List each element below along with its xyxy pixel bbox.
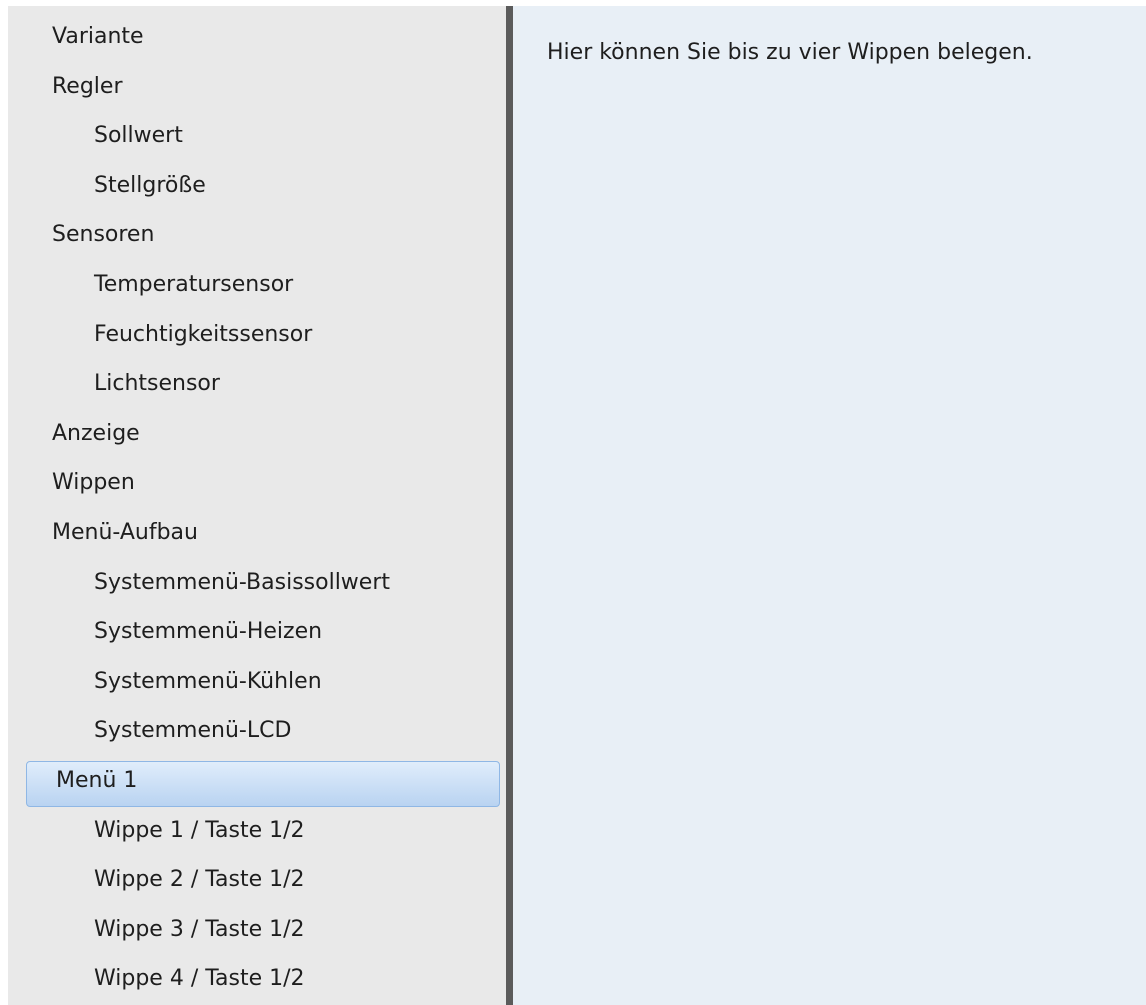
- tree-item-label: Systemmenü-Basissollwert: [94, 569, 391, 595]
- tree-item-label: Systemmenü-Heizen: [94, 619, 323, 645]
- tree-item-temperatursensor[interactable]: Temperatursensor: [8, 264, 506, 314]
- page-description: Hier können Sie bis zu vier Wippen beleg…: [547, 40, 1033, 65]
- tree-item-label: Variante: [52, 24, 144, 49]
- tree-item-label: Regler: [52, 73, 123, 99]
- parameter-tree: Variante Regler Sollwert Stellgröße Sens…: [8, 16, 506, 1005]
- panel-splitter[interactable]: [506, 6, 513, 1005]
- parameter-window: Variante Regler Sollwert Stellgröße Sens…: [0, 0, 1146, 1005]
- tree-item-label: Menü 1: [56, 767, 138, 793]
- tree-item-wippe-3[interactable]: Wippe 3 / Taste 1/2: [8, 909, 506, 959]
- tree-item-label: Sollwert: [94, 123, 183, 149]
- tree-item-label: Temperatursensor: [94, 271, 294, 297]
- parameter-tree-sidebar: Variante Regler Sollwert Stellgröße Sens…: [8, 6, 506, 1005]
- tree-item-variante[interactable]: Variante: [8, 16, 506, 66]
- tree-item-wippen[interactable]: Wippen: [8, 462, 506, 512]
- parameter-content-panel: Hier können Sie bis zu vier Wippen beleg…: [513, 6, 1146, 1005]
- tree-item-label: Feuchtigkeitssensor: [94, 321, 313, 347]
- tree-item-label: Stellgröße: [94, 172, 206, 198]
- tree-item-menue-1-selected[interactable]: Menü 1: [8, 760, 506, 810]
- tree-item-wippe-2[interactable]: Wippe 2 / Taste 1/2: [8, 859, 506, 909]
- tree-item-systemmenue-basissollwert[interactable]: Systemmenü-Basissollwert: [8, 562, 506, 612]
- tree-item-systemmenue-heizen[interactable]: Systemmenü-Heizen: [8, 611, 506, 661]
- tree-item-systemmenue-lcd[interactable]: Systemmenü-LCD: [8, 710, 506, 760]
- tree-item-anzeige[interactable]: Anzeige: [8, 413, 506, 463]
- tree-item-label: Lichtsensor: [94, 371, 220, 397]
- tree-item-label: Wippen: [52, 470, 135, 496]
- tree-item-label: Menü-Aufbau: [52, 519, 198, 545]
- tree-item-label: Wippe 4 / Taste 1/2: [94, 966, 305, 992]
- tree-item-stellgroesse[interactable]: Stellgröße: [8, 165, 506, 215]
- tree-item-label: Wippe 2 / Taste 1/2: [94, 867, 305, 893]
- tree-item-systemmenue-kuehlen[interactable]: Systemmenü-Kühlen: [8, 661, 506, 711]
- tree-item-sollwert[interactable]: Sollwert: [8, 115, 506, 165]
- tree-item-menue-aufbau[interactable]: Menü-Aufbau: [8, 512, 506, 562]
- tree-item-wippe-1[interactable]: Wippe 1 / Taste 1/2: [8, 810, 506, 860]
- tree-item-label: Systemmenü-LCD: [94, 718, 292, 744]
- tree-item-wippe-4[interactable]: Wippe 4 / Taste 1/2: [8, 958, 506, 1005]
- tree-item-regler[interactable]: Regler: [8, 66, 506, 116]
- tree-item-label: Systemmenü-Kühlen: [94, 668, 322, 694]
- tree-item-label: Anzeige: [52, 420, 140, 446]
- tree-item-label: Wippe 1 / Taste 1/2: [94, 817, 305, 843]
- tree-item-feuchtigkeitssensor[interactable]: Feuchtigkeitssensor: [8, 314, 506, 364]
- tree-item-label: Sensoren: [52, 222, 155, 248]
- tree-item-sensoren[interactable]: Sensoren: [8, 214, 506, 264]
- tree-item-label: Wippe 3 / Taste 1/2: [94, 916, 305, 942]
- tree-item-lichtsensor[interactable]: Lichtsensor: [8, 363, 506, 413]
